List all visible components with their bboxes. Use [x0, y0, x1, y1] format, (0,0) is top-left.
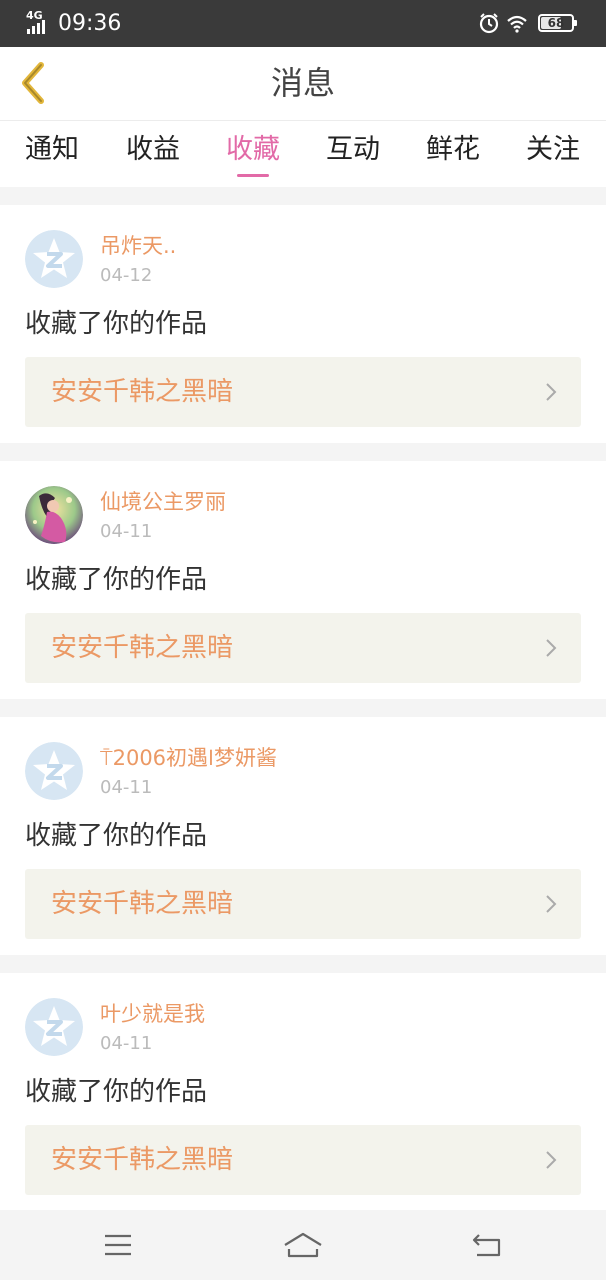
home-icon — [284, 1232, 322, 1258]
tab-bar: 通知 收益 收藏 互动 鲜花 关注 — [0, 121, 606, 187]
action-text: 收藏了你的作品 — [25, 1077, 208, 1107]
tab-favorites[interactable]: 收藏 — [203, 121, 303, 187]
chevron-right-icon — [546, 383, 557, 401]
back-button[interactable] — [10, 59, 54, 107]
status-time: 09:36 — [58, 11, 122, 36]
wifi-icon — [507, 15, 527, 33]
message-card: 仙境公主罗丽 04-11 收藏了你的作品 安安千韩之黑暗 — [0, 461, 606, 699]
fairy-avatar-icon — [25, 486, 83, 544]
work-link[interactable]: 安安千韩之黑暗 — [25, 357, 581, 427]
message-card: 吊炸天.. 04-12 收藏了你的作品 安安千韩之黑暗 — [0, 205, 606, 443]
work-title: 安安千韩之黑暗 — [51, 1145, 234, 1175]
message-date: 04-11 — [100, 1033, 153, 1054]
battery-level: 68 — [547, 16, 565, 30]
battery-icon: 68 — [538, 14, 577, 32]
chevron-right-icon — [546, 1151, 557, 1169]
alarm-icon — [479, 13, 499, 34]
username[interactable]: 叶少就是我 — [100, 1001, 205, 1027]
system-nav-bar — [0, 1210, 606, 1280]
avatar[interactable] — [25, 998, 83, 1056]
username[interactable]: ⍑2006初遇𐌉梦妍酱 — [100, 745, 277, 771]
action-text: 收藏了你的作品 — [25, 309, 208, 339]
menu-icon — [105, 1234, 131, 1256]
avatar[interactable] — [25, 230, 83, 288]
tab-flowers[interactable]: 鲜花 — [403, 121, 503, 187]
tab-earnings[interactable]: 收益 — [103, 121, 203, 187]
message-date: 04-11 — [100, 777, 153, 798]
work-link[interactable]: 安安千韩之黑暗 — [25, 613, 581, 683]
page-title: 消息 — [270, 64, 335, 102]
avatar[interactable] — [25, 742, 83, 800]
tab-follows[interactable]: 关注 — [503, 121, 603, 187]
message-date: 04-12 — [100, 265, 153, 286]
message-card: 叶少就是我 04-11 收藏了你的作品 安安千韩之黑暗 — [0, 973, 606, 1211]
return-icon — [472, 1234, 501, 1257]
default-avatar-icon — [25, 742, 83, 800]
message-card: ⍑2006初遇𐌉梦妍酱 04-11 收藏了你的作品 安安千韩之黑暗 — [0, 717, 606, 955]
tab-interactions[interactable]: 互动 — [303, 121, 403, 187]
cellular-signal-icon: 4G — [26, 10, 52, 36]
work-link[interactable]: 安安千韩之黑暗 — [25, 1125, 581, 1195]
status-bar: 4G 09:36 68 — [0, 0, 606, 47]
work-title: 安安千韩之黑暗 — [51, 889, 234, 919]
chevron-right-icon — [546, 639, 557, 657]
default-avatar-icon — [25, 230, 83, 288]
action-text: 收藏了你的作品 — [25, 565, 208, 595]
message-date: 04-11 — [100, 521, 153, 542]
menu-button[interactable] — [98, 1228, 138, 1262]
username[interactable]: 吊炸天.. — [100, 233, 176, 259]
chevron-right-icon — [546, 895, 557, 913]
work-link[interactable]: 安安千韩之黑暗 — [25, 869, 581, 939]
home-button[interactable] — [283, 1228, 323, 1262]
work-title: 安安千韩之黑暗 — [51, 377, 234, 407]
back-nav-button[interactable] — [467, 1228, 507, 1262]
work-title: 安安千韩之黑暗 — [51, 633, 234, 663]
action-text: 收藏了你的作品 — [25, 821, 208, 851]
header: 消息 — [0, 47, 606, 121]
default-avatar-icon — [25, 998, 83, 1056]
tab-notifications[interactable]: 通知 — [2, 121, 102, 187]
avatar[interactable] — [25, 486, 83, 544]
back-arrow-icon — [22, 62, 44, 104]
username[interactable]: 仙境公主罗丽 — [100, 489, 226, 515]
